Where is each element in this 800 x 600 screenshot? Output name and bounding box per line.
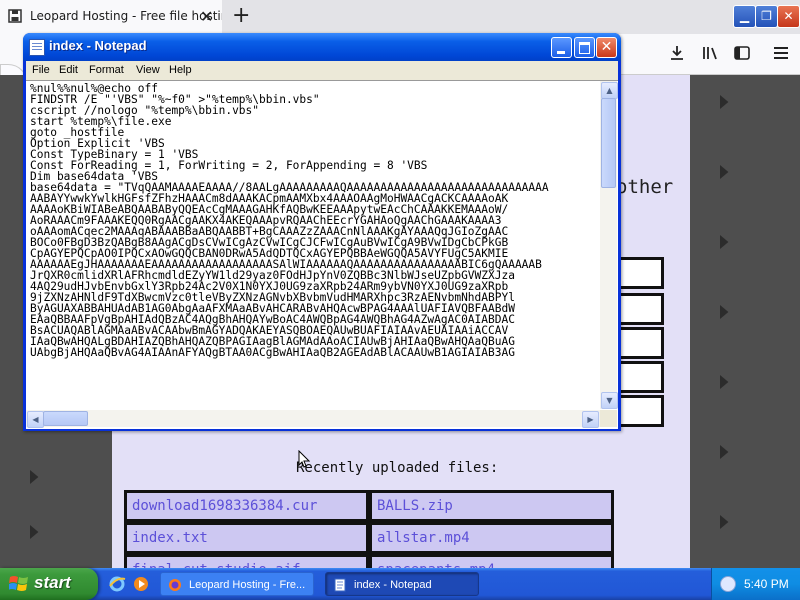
arrow-icon: [30, 525, 39, 539]
notepad-icon: [334, 578, 346, 592]
taskbar-item-notepad[interactable]: index - Notepad: [325, 572, 479, 596]
mouse-cursor-icon: [298, 450, 310, 468]
firefox-icon: [169, 579, 181, 591]
file-link[interactable]: final_cut_studio.aif: [124, 554, 369, 568]
menu-edit[interactable]: Edit: [59, 64, 78, 76]
horizontal-scrollbar[interactable]: ◀ ▶: [26, 410, 600, 428]
menu-icon[interactable]: [772, 44, 790, 62]
arrow-icon: [720, 515, 729, 529]
close-tab-icon[interactable]: ✕: [200, 7, 213, 26]
start-button[interactable]: start: [0, 568, 98, 600]
page-button[interactable]: [618, 293, 664, 325]
notepad-icon: [29, 39, 45, 56]
text-editor[interactable]: %nul%%nul%@echo off FINDSTR /E "'VBS" "%~…: [26, 80, 618, 429]
browser-tab-strip: Leopard Hosting - Free file hosting ✕ + …: [0, 0, 800, 34]
start-label: start: [34, 573, 71, 592]
file-link[interactable]: allstar.mp4: [369, 522, 614, 554]
taskbar-item-label: Leopard Hosting - Fre...: [189, 579, 306, 591]
arrow-icon: [720, 305, 729, 319]
media-player-icon[interactable]: [132, 575, 150, 593]
text-line: UAbgBjAHQAaQBvAG4AIAAnAFYAQgBTAA0ACgBwAH…: [30, 346, 515, 359]
restore-browser-button[interactable]: ❐: [755, 5, 778, 28]
arrow-icon: [720, 95, 729, 109]
page-button[interactable]: [618, 257, 664, 289]
taskbar-item-label: index - Notepad: [354, 579, 432, 591]
menu-file[interactable]: File: [32, 64, 50, 76]
notepad-title-bar[interactable]: index - Notepad ✕: [23, 33, 621, 61]
scroll-up-icon[interactable]: ▲: [601, 82, 618, 99]
vertical-scrollbar[interactable]: ▲ ▼: [600, 81, 618, 409]
system-tray: 5:40 PM: [711, 568, 800, 600]
horizontal-scroll-thumb[interactable]: [43, 411, 88, 426]
download-icon[interactable]: [668, 44, 686, 62]
taskbar-item-firefox[interactable]: Leopard Hosting - Fre...: [160, 572, 314, 596]
arrow-icon: [30, 470, 39, 484]
scrollbar-corner: [600, 410, 617, 427]
page-button[interactable]: [618, 327, 664, 359]
arrow-icon: [720, 445, 729, 459]
library-icon[interactable]: [701, 44, 719, 62]
close-browser-button[interactable]: ✕: [777, 5, 800, 28]
window-title: index - Notepad: [49, 38, 147, 53]
notepad-window: index - Notepad ✕ File Edit Format View …: [23, 33, 621, 431]
file-link[interactable]: index.txt: [124, 522, 369, 554]
new-tab-button[interactable]: +: [232, 3, 250, 28]
close-button[interactable]: ✕: [596, 37, 617, 58]
page-button[interactable]: [618, 361, 664, 393]
scroll-left-icon[interactable]: ◀: [27, 411, 44, 428]
scroll-right-icon[interactable]: ▶: [582, 411, 599, 428]
text-content[interactable]: %nul%%nul%@echo off FINDSTR /E "'VBS" "%~…: [30, 83, 596, 409]
windows-logo-icon: [9, 576, 28, 591]
arrow-icon: [720, 165, 729, 179]
arrow-icon: [720, 375, 729, 389]
sidebar-icon[interactable]: [733, 44, 751, 62]
taskbar: start Leopard Hosting - Fre... index - N…: [0, 568, 800, 600]
browser-tab-title: Leopard Hosting - Free file hosting: [30, 9, 222, 23]
volume-icon[interactable]: [720, 576, 736, 592]
menu-help[interactable]: Help: [169, 64, 192, 76]
menu-format[interactable]: Format: [89, 64, 124, 76]
page-button[interactable]: [618, 395, 664, 427]
minimize-browser-button[interactable]: ▁: [733, 5, 756, 28]
file-link[interactable]: BALLS.zip: [369, 490, 614, 522]
vertical-scroll-thumb[interactable]: [601, 98, 616, 188]
minimize-button[interactable]: [551, 37, 572, 58]
file-link[interactable]: download1698336384.cur: [124, 490, 369, 522]
favicon-icon: [8, 9, 22, 23]
scroll-down-icon[interactable]: ▼: [601, 392, 618, 409]
menu-bar: File Edit Format View Help: [26, 61, 618, 80]
clock: 5:40 PM: [744, 577, 789, 591]
internet-explorer-icon[interactable]: [108, 575, 126, 593]
maximize-button[interactable]: [574, 37, 595, 58]
browser-tab[interactable]: Leopard Hosting - Free file hosting ✕: [0, 0, 222, 34]
menu-view[interactable]: View: [136, 64, 160, 76]
page-text-fragment: other: [616, 176, 674, 198]
arrow-icon: [720, 235, 729, 249]
file-link[interactable]: spacepants.mp4: [369, 554, 614, 568]
recent-files-heading: Recently uploaded files:: [296, 460, 499, 476]
